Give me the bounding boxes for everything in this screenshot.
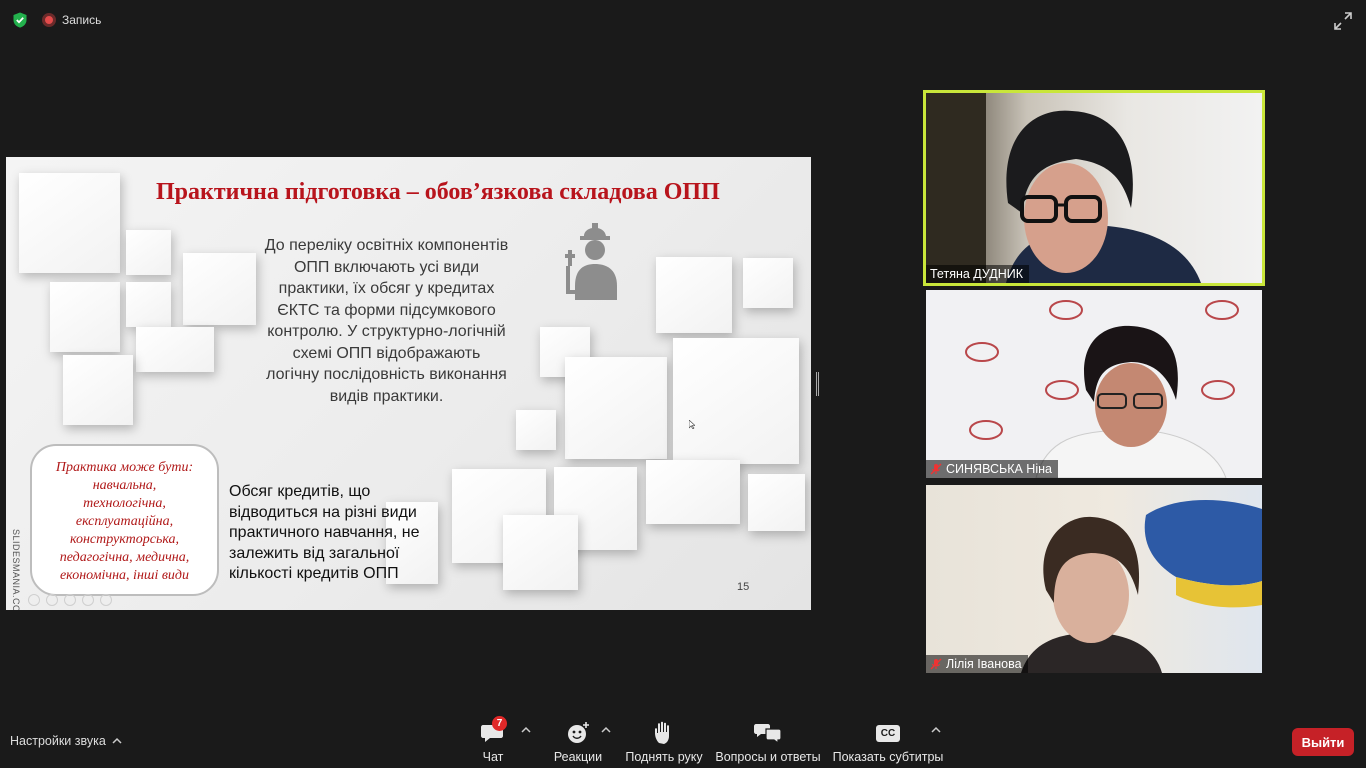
leave-meeting-button[interactable]: Выйти	[1292, 728, 1354, 756]
practice-types-line: навчальна,	[92, 478, 157, 493]
audio-settings-label: Настройки звука	[10, 734, 106, 748]
decor-square	[743, 258, 793, 308]
pen-icon[interactable]	[46, 594, 58, 606]
slide-main-text: До переліку освітніх компонентів ОПП вкл…	[264, 237, 509, 405]
more-icon[interactable]	[100, 594, 112, 606]
decor-square	[565, 357, 667, 459]
decor-square	[503, 515, 578, 590]
practice-types-line: експлуатаційна,	[75, 514, 174, 529]
participant-name-1: Тетяна ДУДНИК	[926, 265, 1030, 283]
participant-video-1	[926, 93, 1201, 283]
grid-icon[interactable]	[64, 594, 76, 606]
audio-settings-button[interactable]: Настройки звука	[10, 734, 122, 748]
decor-square	[19, 173, 120, 273]
participant-name-text: СИНЯВСЬКА Ніна	[946, 462, 1052, 476]
participant-video-2	[965, 300, 1239, 478]
decor-square	[646, 460, 740, 524]
decor-square	[748, 474, 805, 531]
meeting-top-bar: Запись	[0, 0, 1366, 40]
closed-captions-icon: CC	[876, 724, 900, 742]
qa-label: Вопросы и ответы	[715, 750, 821, 764]
slide-controls	[28, 594, 112, 606]
record-icon	[42, 13, 56, 27]
participant-tile-3[interactable]: Лілія Іванова	[926, 485, 1262, 673]
decor-square	[673, 338, 799, 464]
practice-types-line: конструкторська,	[69, 532, 180, 547]
cc-icon-text: CC	[880, 727, 896, 739]
participant-tile-2[interactable]: СИНЯВСЬКА Ніна	[926, 290, 1262, 478]
show-subtitles-button[interactable]: CC Показать субтитры	[832, 712, 944, 768]
slide-title: Практична підготовка – обов’язкова склад…	[156, 179, 720, 205]
slide-page-number: 15	[737, 581, 750, 593]
security-shield-icon[interactable]	[12, 12, 28, 28]
participant-name-text: Лілія Іванова	[946, 657, 1022, 671]
decor-square	[136, 327, 214, 372]
raise-hand-icon	[655, 721, 669, 744]
slidesmania-label: SLIDESMANIA.COM	[11, 529, 21, 610]
worker-icon	[565, 223, 617, 300]
decor-square	[126, 230, 171, 275]
meeting-toolbar: Настройки звука 7 Чат Реакции Поднять ру…	[0, 712, 1366, 768]
smiley-icon	[568, 722, 589, 743]
record-label: Запись	[62, 13, 102, 27]
qa-button[interactable]: Вопросы и ответы	[715, 712, 821, 768]
participant-video-3	[1021, 499, 1262, 673]
show-subtitles-label: Показать субтитры	[832, 750, 944, 764]
practice-types-line: технологічна,	[83, 496, 166, 511]
practice-types-box: Практика може бути: навчальна, технологі…	[30, 444, 219, 596]
recording-indicator[interactable]: Запись	[42, 10, 101, 30]
decor-square	[50, 282, 120, 352]
decor-square	[63, 355, 133, 425]
raise-hand-label: Поднять руку	[625, 750, 703, 764]
decor-square	[183, 253, 256, 325]
practice-types-line: Практика може бути:	[55, 460, 194, 475]
decor-square	[656, 257, 732, 333]
decor-square	[126, 282, 171, 327]
fullscreen-icon[interactable]	[1332, 10, 1354, 32]
reactions-label: Реакции	[553, 750, 603, 764]
play-icon[interactable]	[28, 594, 40, 606]
chat-options-chevron-icon[interactable]	[521, 726, 531, 734]
qa-icon	[754, 724, 782, 744]
chevron-up-icon[interactable]	[112, 737, 122, 745]
panel-resize-handle[interactable]	[816, 372, 819, 396]
reactions-options-chevron-icon[interactable]	[601, 726, 611, 734]
chat-label: Чат	[482, 750, 504, 764]
raise-hand-button[interactable]: Поднять руку	[624, 712, 704, 768]
mic-muted-icon	[930, 463, 942, 475]
shared-screen-slide: Практична підготовка – обов’язкова склад…	[6, 157, 811, 610]
participant-name-text: Тетяна ДУДНИК	[930, 267, 1024, 281]
participant-tile-1[interactable]: Тетяна ДУДНИК	[923, 90, 1265, 286]
mic-muted-icon	[930, 658, 942, 670]
chat-unread-badge: 7	[492, 716, 507, 731]
mouse-cursor-icon	[689, 420, 695, 429]
slide-credits-text: Обсяг кредитів, що відводиться на різні …	[229, 483, 420, 582]
decor-square	[516, 410, 556, 450]
participant-name-2: СИНЯВСЬКА Ніна	[926, 460, 1058, 478]
chat-button[interactable]: 7 Чат	[476, 712, 510, 768]
reactions-button[interactable]: Реакции	[552, 712, 604, 768]
practice-types-line: педагогічна, медична,	[59, 550, 190, 565]
zoom-icon[interactable]	[82, 594, 94, 606]
participant-name-3: Лілія Іванова	[926, 655, 1028, 673]
subtitles-options-chevron-icon[interactable]	[931, 726, 941, 734]
practice-types-line: економічна, інші види	[59, 568, 190, 583]
